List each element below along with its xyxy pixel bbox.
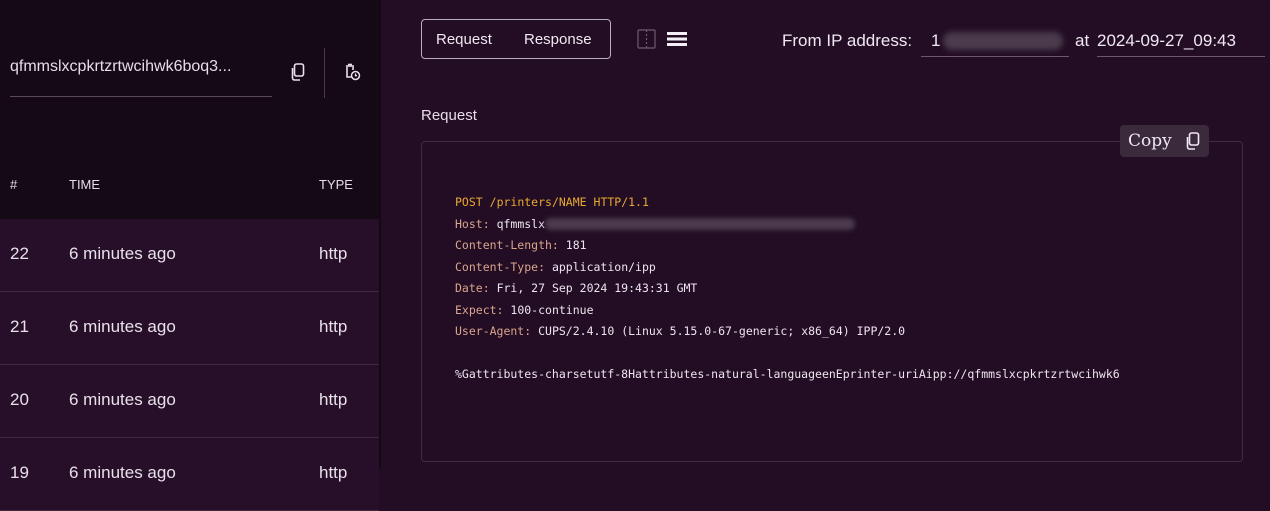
copy-button[interactable]: Copy bbox=[1120, 125, 1209, 157]
header-value: application/ipp bbox=[551, 259, 656, 274]
header-value: 100-continue bbox=[510, 302, 594, 317]
copy-icon bbox=[1186, 132, 1200, 155]
row-time: 6 minutes ago bbox=[69, 390, 176, 409]
at-label: at bbox=[1075, 31, 1090, 50]
domain-text: qfmmslxcpkrtzrtwcihwk6boq3... bbox=[10, 58, 232, 75]
timestamp-field: 2024-09-27_09:43 bbox=[1097, 28, 1265, 57]
panel-divider bbox=[379, 0, 381, 469]
column-header-type: TYPE bbox=[319, 177, 353, 192]
http-path: /printers/NAME bbox=[489, 195, 587, 209]
column-header-time: TIME bbox=[69, 177, 101, 192]
header-value: qfmmslx bbox=[496, 216, 546, 231]
ip-address-visible: 1 bbox=[931, 31, 941, 50]
header-key: Host: bbox=[455, 216, 490, 231]
table-row[interactable]: 22 6 minutes ago http bbox=[0, 219, 379, 292]
header-key: User-Agent: bbox=[455, 324, 532, 338]
request-heading: Request bbox=[421, 107, 477, 124]
row-time: 6 minutes ago bbox=[69, 317, 176, 336]
clear-history-icon[interactable] bbox=[341, 61, 363, 83]
ip-address-field: 1 bbox=[921, 28, 1069, 57]
row-number: 20 bbox=[10, 390, 29, 409]
header-value: Fri, 27 Sep 2024 19:43:31 GMT bbox=[496, 281, 698, 295]
row-number: 21 bbox=[10, 317, 29, 336]
split-view-icon[interactable] bbox=[636, 28, 658, 50]
header-key: Expect: bbox=[455, 302, 504, 317]
copy-label: Copy bbox=[1128, 131, 1172, 151]
table-row[interactable]: 19 6 minutes ago http bbox=[0, 438, 379, 511]
toolbar-divider bbox=[324, 48, 325, 98]
row-time: 6 minutes ago bbox=[69, 244, 176, 263]
domain-field[interactable]: qfmmslxcpkrtzrtwcihwk6boq3... bbox=[10, 44, 272, 97]
redacted-ip bbox=[943, 32, 1063, 50]
table-row[interactable]: 20 6 minutes ago http bbox=[0, 365, 379, 438]
row-type: http bbox=[319, 244, 348, 263]
timestamp: 2024-09-27_09:43 bbox=[1097, 31, 1236, 50]
table-row[interactable]: 21 6 minutes ago http bbox=[0, 292, 379, 365]
tab-response[interactable]: Response bbox=[524, 31, 592, 48]
stacked-view-icon[interactable] bbox=[666, 28, 688, 50]
row-time: 6 minutes ago bbox=[69, 463, 176, 482]
column-header-num: # bbox=[10, 177, 18, 192]
row-type: http bbox=[319, 317, 348, 336]
http-method: POST bbox=[455, 195, 483, 209]
tab-request[interactable]: Request bbox=[436, 31, 492, 48]
row-number: 19 bbox=[10, 463, 29, 482]
request-body: %Gattributes-charsetutf-8Hattributes-nat… bbox=[455, 367, 1120, 381]
row-type: http bbox=[319, 390, 348, 409]
row-number: 22 bbox=[10, 244, 29, 263]
copy-domain-icon[interactable] bbox=[287, 61, 309, 83]
row-type: http bbox=[319, 463, 348, 482]
request-raw: POST /printers/NAME HTTP/1.1 Host: qfmms… bbox=[455, 192, 1235, 386]
sidebar: qfmmslxcpkrtzrtwcihwk6boq3... # TIME TYP… bbox=[0, 0, 379, 511]
header-value: 181 bbox=[565, 238, 587, 252]
request-body-panel: POST /printers/NAME HTTP/1.1 Host: qfmms… bbox=[421, 141, 1243, 462]
request-response-toggle: Request Response bbox=[421, 19, 611, 59]
http-protocol: HTTP/1.1 bbox=[593, 195, 649, 209]
header-key: Content-Length: bbox=[455, 238, 559, 252]
header-value: CUPS/2.4.10 (Linux 5.15.0-67-generic; x8… bbox=[538, 324, 906, 338]
header-key: Date: bbox=[455, 281, 490, 295]
header-key: Content-Type: bbox=[455, 259, 546, 274]
from-ip-label: From IP address: bbox=[782, 31, 913, 50]
sidebar-header: qfmmslxcpkrtzrtwcihwk6boq3... # TIME TYP… bbox=[0, 0, 379, 219]
redacted-host bbox=[545, 218, 856, 230]
